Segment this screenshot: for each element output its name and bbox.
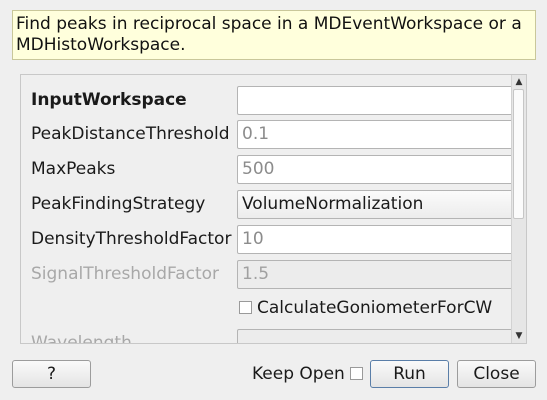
property-label: Wavelength	[31, 333, 132, 343]
vertical-scrollbar[interactable]: ▲ ▼	[511, 75, 526, 343]
description-line-2: MDHistoWorkspace.	[16, 35, 186, 55]
property-label: PeakFindingStrategy	[31, 194, 206, 214]
calculate-goniometer-checkbox[interactable]	[239, 301, 252, 314]
property-label: SignalThresholdFactor	[31, 264, 220, 284]
property-label: DensityThresholdFactor	[31, 229, 232, 249]
input-workspace-field[interactable]	[237, 86, 513, 115]
close-button[interactable]: Close	[457, 360, 536, 388]
property-label: MaxPeaks	[31, 159, 116, 179]
property-label: PeakDistanceThreshold	[31, 124, 230, 144]
properties-list: InputWorkspace PeakDistanceThreshold 0.1…	[21, 75, 513, 343]
peak-distance-threshold-field[interactable]: 0.1	[237, 120, 513, 149]
description-line-1: Find peaks in reciprocal space in a MDEv…	[16, 14, 522, 34]
signal-threshold-factor-field: 1.5	[237, 260, 513, 289]
help-button[interactable]: ?	[12, 360, 91, 388]
property-row-wavelength: Wavelength	[21, 329, 513, 343]
scroll-down-arrow-icon[interactable]: ▼	[514, 331, 524, 341]
properties-panel: InputWorkspace PeakDistanceThreshold 0.1…	[20, 74, 527, 344]
property-row-peak-finding-strategy: PeakFindingStrategy VolumeNormalization	[21, 190, 513, 220]
scroll-thumb[interactable]	[513, 89, 524, 219]
max-peaks-field[interactable]: 500	[237, 155, 513, 184]
checkbox-label: CalculateGoniometerForCW	[257, 298, 493, 318]
property-row-max-peaks: MaxPeaks 500	[21, 155, 513, 185]
keep-open-label: Keep Open	[252, 364, 345, 384]
wavelength-field	[237, 329, 513, 343]
property-label: InputWorkspace	[31, 90, 187, 110]
property-row-input-workspace: InputWorkspace	[21, 86, 513, 116]
property-row-calculate-goniometer[interactable]: CalculateGoniometerForCW	[21, 294, 513, 324]
run-button[interactable]: Run	[370, 360, 449, 388]
density-threshold-factor-field[interactable]: 10	[237, 225, 513, 254]
keep-open-checkbox[interactable]	[350, 367, 363, 380]
property-row-signal-threshold-factor: SignalThresholdFactor 1.5	[21, 260, 513, 290]
property-row-peak-distance-threshold: PeakDistanceThreshold 0.1	[21, 120, 513, 150]
peak-finding-strategy-dropdown[interactable]: VolumeNormalization	[237, 190, 513, 219]
property-row-density-threshold-factor: DensityThresholdFactor 10	[21, 225, 513, 255]
scroll-up-arrow-icon[interactable]: ▲	[514, 77, 524, 87]
algorithm-description: Find peaks in reciprocal space in a MDEv…	[12, 10, 536, 60]
